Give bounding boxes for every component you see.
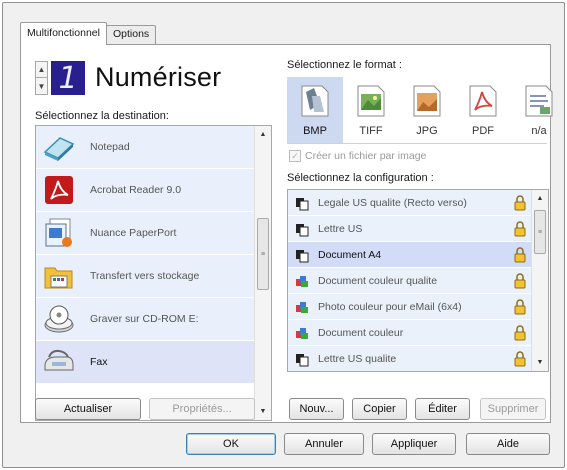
tiff-file-icon xyxy=(357,85,385,117)
config-item-label: Document couleur xyxy=(318,326,404,339)
configuration-scrollbar[interactable]: ▲ ≡ ▼ xyxy=(531,190,548,371)
bw-document-icon xyxy=(296,353,309,366)
color-document-icon xyxy=(296,327,308,339)
tab-bar: Multifonctionnel Options xyxy=(20,21,157,45)
scroll-up-icon[interactable]: ▲ xyxy=(532,190,548,207)
format-divider xyxy=(287,143,547,144)
color-document-icon xyxy=(296,275,308,287)
config-item-label: Lettre US qualite xyxy=(318,352,397,365)
notepad-icon xyxy=(43,137,75,161)
config-item-label: Lettre US xyxy=(318,222,363,235)
config-item-selected[interactable]: Document A4 xyxy=(288,242,532,268)
destination-item-label: Graver sur CD-ROM E: xyxy=(90,313,199,325)
lock-icon xyxy=(514,221,526,237)
fax-icon xyxy=(44,349,74,371)
delete-config-button[interactable]: Supprimer xyxy=(480,398,546,420)
destination-item-label: Acrobat Reader 9.0 xyxy=(90,184,182,196)
refresh-button[interactable]: Actualiser xyxy=(35,398,141,420)
format-jpg[interactable]: JPG xyxy=(399,77,455,143)
config-item[interactable]: Document couleur xyxy=(288,320,532,346)
config-item-label: Document couleur qualite xyxy=(318,274,438,287)
tab-panel: ▲ ▼ 1 Numériser Sélectionnez la destinat… xyxy=(20,44,553,423)
checkbox-checked-icon[interactable]: ✓ xyxy=(289,150,301,162)
destination-item-acrobat[interactable]: Acrobat Reader 9.0 xyxy=(36,169,256,212)
folder-storage-icon xyxy=(44,267,73,289)
properties-button[interactable]: Propriétés... xyxy=(149,398,255,420)
paperport-icon xyxy=(45,218,72,247)
text-file-icon xyxy=(525,85,553,117)
config-item-label: Document A4 xyxy=(318,248,382,261)
color-document-icon xyxy=(296,301,308,313)
scroll-thumb[interactable]: ≡ xyxy=(257,218,269,290)
destination-label: Sélectionnez la destination: xyxy=(35,110,169,122)
config-item[interactable]: Legale US qualite (Recto verso) xyxy=(288,190,532,216)
edit-config-button[interactable]: Éditer xyxy=(415,398,470,420)
lock-icon xyxy=(514,247,526,263)
format-label-text: n/a xyxy=(531,125,547,137)
action-number: 1 xyxy=(51,61,85,96)
tab-multifonctionnel[interactable]: Multifonctionnel xyxy=(20,22,107,45)
destination-list[interactable]: Notepad Acrobat Reader 9.0 Nuance PaperP… xyxy=(35,125,272,421)
config-item[interactable]: Lettre US qualite xyxy=(288,346,532,371)
config-item[interactable]: Lettre US xyxy=(288,216,532,242)
ok-button[interactable]: OK xyxy=(186,433,276,455)
format-pdf[interactable]: PDF xyxy=(455,77,511,143)
config-item[interactable]: Photo couleur pour eMail (6x4) xyxy=(288,294,532,320)
bw-document-icon xyxy=(296,197,309,210)
destination-item-label: Notepad xyxy=(90,141,130,153)
scroll-up-icon[interactable]: ▲ xyxy=(255,126,271,143)
bw-document-icon xyxy=(296,249,309,262)
bmp-file-icon xyxy=(301,85,329,117)
format-label-text: JPG xyxy=(416,125,438,137)
destination-item-label: Nuance PaperPort xyxy=(90,227,177,239)
bw-document-icon xyxy=(296,223,309,236)
dialog-window: Multifonctionnel Options ▲ ▼ 1 Numériser… xyxy=(2,2,565,468)
destination-scrollbar[interactable]: ▲ ≡ ▼ xyxy=(254,126,271,420)
cancel-button[interactable]: Annuler xyxy=(284,433,364,455)
format-label: Sélectionnez le format : xyxy=(287,59,402,71)
help-button[interactable]: Aide xyxy=(466,433,550,455)
lock-icon xyxy=(514,273,526,289)
spinner-up-icon[interactable]: ▲ xyxy=(36,62,47,78)
lock-icon xyxy=(514,325,526,341)
copy-config-button[interactable]: Copier xyxy=(352,398,407,420)
config-item[interactable]: Document couleur qualite xyxy=(288,268,532,294)
one-file-per-image-option[interactable]: ✓ Créer un fichier par image xyxy=(289,150,426,162)
action-title: Numériser xyxy=(95,62,222,92)
spinner-down-icon[interactable]: ▼ xyxy=(36,78,47,94)
format-bmp[interactable]: BMP xyxy=(287,77,343,143)
format-label-text: BMP xyxy=(303,125,327,137)
config-item-label: Legale US qualite (Recto verso) xyxy=(318,196,467,209)
destination-item-transfer[interactable]: Transfert vers stockage xyxy=(36,255,256,298)
acrobat-icon xyxy=(45,176,73,204)
new-config-button[interactable]: Nouv... xyxy=(289,398,344,420)
pdf-file-icon xyxy=(469,85,497,117)
lock-icon xyxy=(514,351,526,367)
action-spinner[interactable]: ▲ ▼ xyxy=(35,61,48,95)
destination-item-label: Transfert vers stockage xyxy=(90,270,200,282)
configuration-list[interactable]: Legale US qualite (Recto verso) Lettre U… xyxy=(287,189,549,372)
format-tiff[interactable]: TIFF xyxy=(343,77,399,143)
format-selector: BMP TIFF JPG PDF n/a xyxy=(287,77,567,143)
apply-button[interactable]: Appliquer xyxy=(372,433,456,455)
scroll-down-icon[interactable]: ▼ xyxy=(255,403,271,420)
scroll-thumb[interactable]: ≡ xyxy=(534,210,546,254)
tab-options[interactable]: Options xyxy=(105,25,157,45)
destination-item-paperport[interactable]: Nuance PaperPort xyxy=(36,212,256,255)
format-na[interactable]: n/a xyxy=(511,77,567,143)
format-label-text: TIFF xyxy=(359,125,383,137)
configuration-label: Sélectionnez la configuration : xyxy=(287,172,434,184)
lock-icon xyxy=(514,299,526,315)
config-item-label: Photo couleur pour eMail (6x4) xyxy=(318,300,462,313)
destination-item-notepad[interactable]: Notepad xyxy=(36,126,256,169)
cd-burn-icon xyxy=(44,305,74,333)
scroll-down-icon[interactable]: ▼ xyxy=(532,354,548,371)
destination-item-label: Fax xyxy=(90,356,108,368)
checkbox-label: Créer un fichier par image xyxy=(305,150,427,162)
jpg-file-icon xyxy=(413,85,441,117)
destination-item-fax[interactable]: Fax xyxy=(36,341,256,384)
format-label-text: PDF xyxy=(472,125,494,137)
lock-icon xyxy=(514,195,526,211)
destination-item-cd-burn[interactable]: Graver sur CD-ROM E: xyxy=(36,298,256,341)
